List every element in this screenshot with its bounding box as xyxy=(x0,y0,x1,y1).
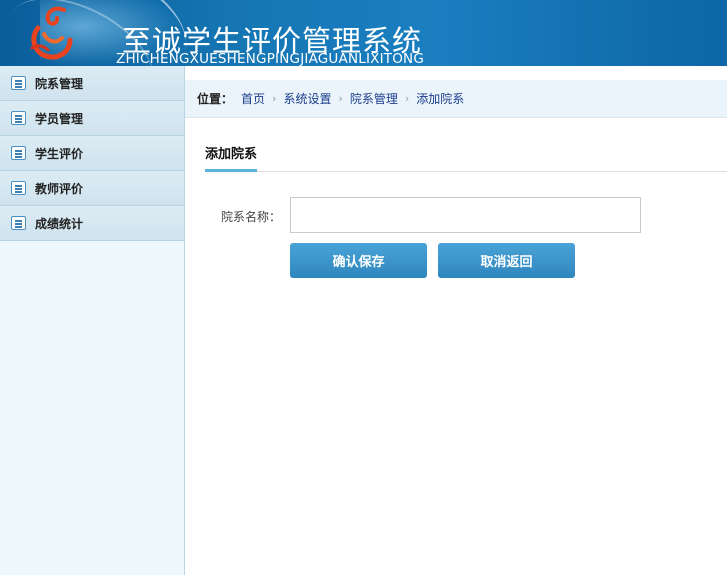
chevron-right-icon: › xyxy=(272,92,277,105)
sidebar-item-grade-statistics[interactable]: 成绩统计 xyxy=(0,206,184,241)
cancel-button[interactable]: 取消返回 xyxy=(438,243,575,278)
sidebar-item-label: 成绩统计 xyxy=(35,216,84,231)
breadcrumb-home-link[interactable]: 首页 xyxy=(241,90,265,107)
list-icon xyxy=(11,146,26,160)
department-name-input[interactable] xyxy=(290,197,641,233)
app-title-pinyin: ZHICHENGXUESHENGPINGJIAGUANLIXITONG xyxy=(116,51,425,66)
sidebar-item-label: 教师评价 xyxy=(35,181,84,196)
sidebar-item-teacher-evaluation[interactable]: 教师评价 xyxy=(0,171,184,206)
list-icon xyxy=(11,76,26,90)
tab-bar: 添加院系 xyxy=(205,146,727,172)
chevron-right-icon: › xyxy=(404,92,410,105)
phoenix-logo-icon xyxy=(30,6,73,60)
list-icon xyxy=(11,111,26,125)
sidebar: 院系管理 学员管理 学生评价 教师评价 成绩统计 xyxy=(0,66,185,575)
sidebar-item-student-evaluation[interactable]: 学生评价 xyxy=(0,136,184,171)
save-button[interactable]: 确认保存 xyxy=(290,243,427,278)
sidebar-item-label: 院系管理 xyxy=(35,76,84,91)
list-icon xyxy=(11,216,26,230)
sidebar-item-students[interactable]: 学员管理 xyxy=(0,101,184,136)
tab-add-department[interactable]: 添加院系 xyxy=(205,146,258,172)
sidebar-item-label: 学生评价 xyxy=(35,146,84,161)
breadcrumb-departments-link[interactable]: 院系管理 xyxy=(350,90,398,107)
breadcrumb-settings-link[interactable]: 系统设置 xyxy=(283,90,331,107)
main-content: 位置： 首页 › 系统设置 › 院系管理 › 添加院系 添加院系 院系名称： 确… xyxy=(185,66,727,575)
breadcrumb: 位置： 首页 › 系统设置 › 院系管理 › 添加院系 xyxy=(185,80,727,118)
list-icon xyxy=(11,181,26,195)
department-name-label: 院系名称： xyxy=(221,210,282,224)
breadcrumb-label: 位置： xyxy=(197,92,234,106)
chevron-right-icon: › xyxy=(338,92,343,105)
breadcrumb-current[interactable]: 添加院系 xyxy=(416,90,464,107)
app-header: 至诚学生评价管理系统 ZHICHENGXUESHENGPINGJIAGUANLI… xyxy=(0,0,727,66)
sidebar-item-departments[interactable]: 院系管理 xyxy=(0,66,184,101)
sidebar-item-label: 学员管理 xyxy=(35,111,84,126)
